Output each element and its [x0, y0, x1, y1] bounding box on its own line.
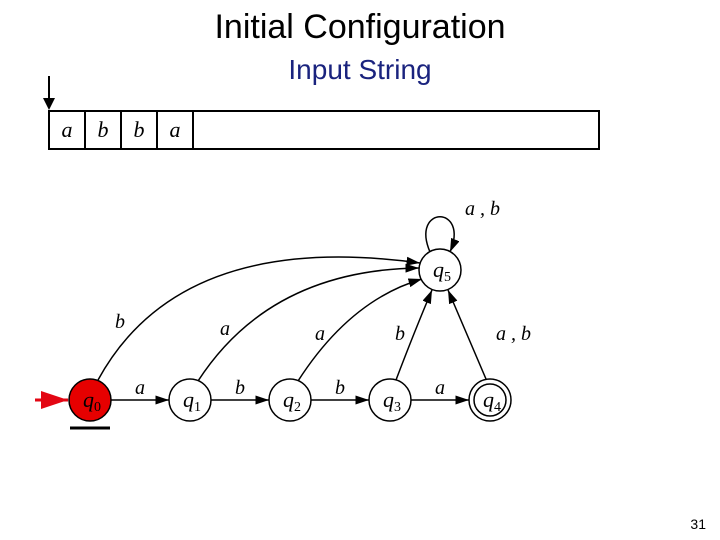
tape-cell: a: [158, 112, 194, 148]
edge-label: a: [315, 323, 325, 345]
tape-cell: a: [50, 112, 86, 148]
edge-label: b: [335, 377, 345, 399]
tape-cell: b: [122, 112, 158, 148]
state-q0: q0: [69, 379, 111, 421]
state-q4: q4: [469, 379, 511, 421]
tape-head-arrow-icon: [42, 76, 56, 110]
state-q3: q3: [369, 379, 411, 421]
tape-cell: b: [86, 112, 122, 148]
edge-label: a , b: [496, 323, 531, 345]
state-q2: q2: [269, 379, 311, 421]
state-q1: q1: [169, 379, 211, 421]
tape-cell: [194, 112, 598, 148]
edge-label: a , b: [465, 198, 500, 220]
edge-label: a: [135, 377, 145, 399]
edge-label: b: [395, 323, 405, 345]
automaton-diagram: a b b a b a a b a , b a , b q0 q1 q2: [20, 200, 540, 460]
page-title: Initial Configuration: [0, 8, 720, 47]
page-number: 31: [690, 516, 706, 532]
edge-label: a: [435, 377, 445, 399]
edge-label: b: [235, 377, 245, 399]
state-q5: q5: [419, 249, 461, 291]
input-tape: a b b a: [48, 110, 600, 150]
edge-label: a: [220, 318, 230, 340]
edge-label: b: [115, 311, 125, 333]
page-subtitle: Input String: [0, 54, 720, 86]
